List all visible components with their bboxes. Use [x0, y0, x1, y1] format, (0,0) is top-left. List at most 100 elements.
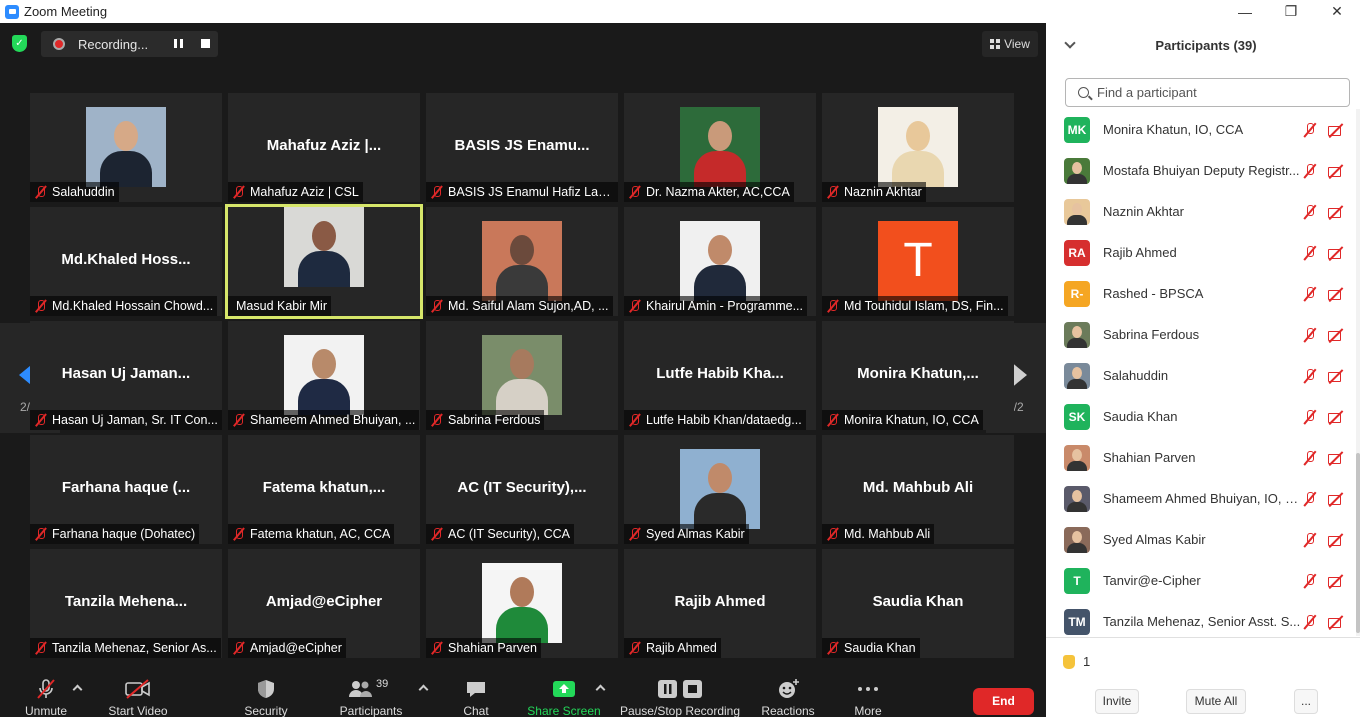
security-button[interactable]: Security [236, 678, 296, 717]
participants-caret-icon[interactable] [418, 684, 429, 695]
muted-mic-icon [1302, 163, 1318, 179]
participant-row[interactable]: SK Saudia Khan [1046, 396, 1360, 437]
unmute-button[interactable]: Unmute [16, 678, 76, 717]
video-tile[interactable]: Saudia Khan Saudia Khan [822, 549, 1014, 658]
tile-participant-name: Shahian Parven [448, 641, 537, 655]
participant-row[interactable]: R- Rashed - BPSCA [1046, 273, 1360, 314]
muted-mic-icon [1302, 532, 1318, 548]
video-tile[interactable]: Dr. Nazma Akter, AC,CCA [624, 93, 816, 202]
tile-name-bar: Farhana haque (Dohatec) [30, 524, 200, 544]
video-tile[interactable]: Sabrina Ferdous [426, 321, 618, 430]
video-tile[interactable]: Syed Almas Kabir [624, 435, 816, 544]
invite-button[interactable]: Invite [1095, 689, 1139, 714]
video-tile[interactable]: Tanzila Mehena... Tanzila Mehenaz, Senior… [30, 549, 222, 658]
tile-participant-name: Md. Saiful Alam Sujon,AD, ... [448, 299, 609, 313]
video-tile[interactable]: Khairul Amin - Programme... [624, 207, 816, 316]
participant-row[interactable]: RA Rajib Ahmed [1046, 232, 1360, 273]
participant-avatar: RA [1064, 239, 1090, 266]
chat-button[interactable]: Chat [451, 678, 501, 717]
video-tile[interactable]: T Md Touhidul Islam, DS, Fin... [822, 207, 1014, 316]
title-bar: Zoom Meeting [0, 0, 1046, 23]
more-button[interactable]: More [843, 678, 893, 717]
participant-photo [680, 221, 760, 301]
tile-name-bar: Khairul Amin - Programme... [624, 296, 807, 316]
panel-more-button[interactable]: ... [1294, 689, 1318, 714]
participants-count: 39 [376, 678, 389, 690]
video-off-icon [1327, 163, 1345, 179]
participant-row[interactable]: Shahian Parven [1046, 437, 1360, 478]
muted-mic-icon [430, 641, 444, 655]
tile-name-bar: Tanzila Mehenaz, Senior As... [30, 638, 221, 658]
video-tile[interactable]: Hasan Uj Jaman... Hasan Uj Jaman, Sr. IT … [30, 321, 222, 430]
tile-participant-name: Dr. Nazma Akter, AC,CCA [646, 185, 790, 199]
view-label: View [1004, 37, 1030, 51]
end-meeting-button[interactable]: End [973, 688, 1034, 715]
video-tile[interactable]: Masud Kabir Mir [225, 204, 423, 319]
participant-row[interactable]: Salahuddin [1046, 355, 1360, 396]
pause-stop-icon [656, 678, 704, 700]
participant-row[interactable]: Shameem Ahmed Bhuiyan, IO, C... [1046, 478, 1360, 519]
muted-mic-icon [1302, 204, 1318, 220]
tile-name-bar: Monira Khatun, IO, CCA [822, 410, 983, 430]
tile-participant-name: Amjad@eCipher [250, 641, 342, 655]
share-screen-button[interactable]: Share Screen [524, 678, 604, 717]
participant-avatar: R- [1064, 280, 1090, 307]
participant-row[interactable]: TM Tanzila Mehenaz, Senior Asst. S... [1046, 601, 1360, 636]
video-tile[interactable]: Shameem Ahmed Bhuiyan, ... [228, 321, 420, 430]
video-tile[interactable]: Fatema khatun,... Fatema khatun, AC, CCA [228, 435, 420, 544]
tile-participant-name: Masud Kabir Mir [236, 299, 327, 313]
muted-mic-icon [232, 641, 246, 655]
video-tile[interactable]: Md.Khaled Hoss... Md.Khaled Hossain Chowd… [30, 207, 222, 316]
participant-name: Sabrina Ferdous [1103, 327, 1200, 342]
pause-recording-icon[interactable] [174, 39, 183, 48]
encryption-shield-icon[interactable]: ✓ [12, 35, 27, 52]
pause-stop-recording-button[interactable]: Pause/Stop Recording [618, 678, 742, 717]
video-tile[interactable]: Md. Saiful Alam Sujon,AD, ... [426, 207, 618, 316]
reactions-button[interactable]: Reactions [756, 678, 820, 717]
tile-name-bar: Hasan Uj Jaman, Sr. IT Con... [30, 410, 222, 430]
muted-mic-icon [1302, 491, 1318, 507]
participant-row[interactable]: Sabrina Ferdous [1046, 314, 1360, 355]
video-tile[interactable]: AC (IT Security),... AC (IT Security), CC… [426, 435, 618, 544]
stop-recording-icon[interactable] [201, 39, 210, 48]
participant-avatar [1064, 198, 1090, 225]
participant-search[interactable] [1065, 78, 1350, 107]
video-tile[interactable]: Salahuddin [30, 93, 222, 202]
tile-name-bar: Md Touhidul Islam, DS, Fin... [822, 296, 1008, 316]
video-tile[interactable]: Rajib Ahmed Rajib Ahmed [624, 549, 816, 658]
video-tile[interactable]: Lutfe Habib Kha... Lutfe Habib Khan/datae… [624, 321, 816, 430]
video-tile[interactable]: Naznin Akhtar [822, 93, 1014, 202]
start-video-button[interactable]: Start Video [103, 678, 173, 717]
restore-button[interactable]: ❐ [1268, 3, 1314, 20]
tile-participant-name: Syed Almas Kabir [646, 527, 745, 541]
participant-row[interactable]: MK Monira Khatun, IO, CCA [1046, 109, 1360, 150]
participant-row[interactable]: T Tanvir@e-Cipher [1046, 560, 1360, 601]
video-tile[interactable]: Monira Khatun,... Monira Khatun, IO, CCA [822, 321, 1014, 430]
view-button[interactable]: View [982, 31, 1038, 57]
mute-all-button[interactable]: Mute All [1186, 689, 1246, 714]
video-tile[interactable]: BASIS JS Enamu... BASIS JS Enamul Hafiz L… [426, 93, 618, 202]
video-tile[interactable]: Amjad@eCipher Amjad@eCipher [228, 549, 420, 658]
participant-row[interactable]: Mostafa Bhuiyan Deputy Registr... [1046, 150, 1360, 191]
close-button[interactable]: ✕ [1314, 3, 1360, 20]
participant-search-input[interactable] [1097, 85, 1337, 100]
minimize-button[interactable]: — [1222, 4, 1268, 20]
zoom-logo-icon [5, 4, 19, 19]
participant-list-scroll-thumb[interactable] [1356, 453, 1360, 633]
tile-name-bar: Shahian Parven [426, 638, 541, 658]
video-tile[interactable]: Shahian Parven [426, 549, 618, 658]
muted-mic-icon [430, 413, 444, 427]
tile-display-name: Hasan Uj Jaman... [61, 365, 191, 382]
video-tile[interactable]: Mahafuz Aziz |... Mahafuz Aziz | CSL [228, 93, 420, 202]
video-tile[interactable]: Farhana haque (... Farhana haque (Dohatec… [30, 435, 222, 544]
tile-participant-name: Rajib Ahmed [646, 641, 717, 655]
participants-button[interactable]: 39 Participants [334, 678, 408, 717]
participant-row[interactable]: Syed Almas Kabir [1046, 519, 1360, 560]
tile-participant-name: Saudia Khan [844, 641, 916, 655]
video-tile[interactable]: Md. Mahbub Ali Md. Mahbub Ali [822, 435, 1014, 544]
muted-mic-icon [628, 185, 642, 199]
participant-name: Naznin Akhtar [1103, 204, 1184, 219]
video-off-icon [1327, 368, 1345, 384]
participant-name: Syed Almas Kabir [1103, 532, 1206, 547]
participant-row[interactable]: Naznin Akhtar [1046, 191, 1360, 232]
